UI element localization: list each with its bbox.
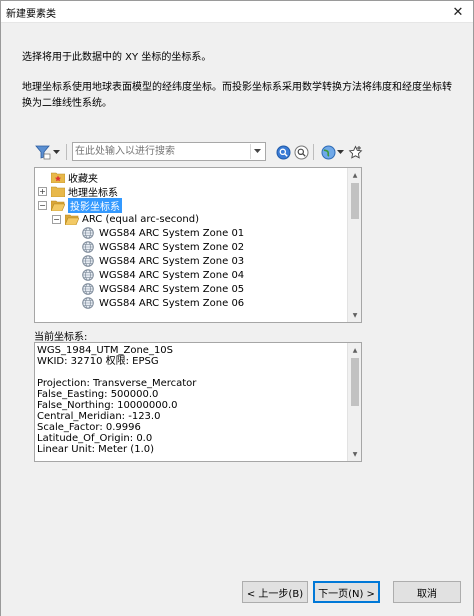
dialog-window: 新建要素类 ✕ 选择将用于此数据中的 XY 坐标的坐标系。 地理坐标系使用地球表…: [0, 0, 474, 616]
search-field[interactable]: [72, 142, 266, 161]
tree-item-label: WGS84 ARC System Zone 05: [99, 283, 245, 295]
collapse-minus-icon[interactable]: −: [52, 214, 61, 224]
tree-item-zone[interactable]: WGS84 ARC System Zone 01: [82, 226, 244, 240]
current-system-details[interactable]: WGS_1984_UTM_Zone_10S WKID: 32710 权限: EP…: [34, 342, 362, 462]
folder-open-icon: [65, 214, 79, 225]
chevron-down-icon[interactable]: [51, 143, 61, 161]
globe-icon: [82, 297, 94, 309]
tree-item-label: ARC (equal arc-second): [82, 213, 199, 225]
scroll-up-icon[interactable]: ▲: [348, 168, 361, 182]
globe-icon: [82, 227, 94, 239]
favorites-folder-icon: [51, 172, 65, 183]
tree-item-favorites[interactable]: 收藏夹: [51, 170, 98, 185]
scroll-up-icon[interactable]: ▲: [348, 343, 361, 357]
next-button[interactable]: 下一页(N) >: [313, 581, 380, 603]
tree-item-label: WGS84 ARC System Zone 06: [99, 297, 245, 309]
scroll-thumb[interactable]: [351, 358, 359, 406]
tree-item-projected[interactable]: − 投影坐标系: [38, 197, 122, 213]
detail-line: Central_Meridian: -123.0: [37, 411, 161, 422]
scroll-thumb[interactable]: [351, 183, 359, 219]
scroll-down-icon[interactable]: ▼: [348, 447, 361, 461]
title-bar: 新建要素类 ✕: [1, 1, 473, 23]
tree-item-zone[interactable]: WGS84 ARC System Zone 05: [82, 282, 244, 296]
detail-line: WKID: 32710 权限: EPSG: [37, 356, 159, 367]
expand-plus-icon[interactable]: +: [38, 186, 47, 196]
search-dropdown-icon[interactable]: [250, 144, 264, 159]
tree-item-arc[interactable]: − ARC (equal arc-second): [52, 212, 199, 226]
detail-line: Scale_Factor: 0.9996: [37, 422, 141, 433]
detail-line: False_Easting: 500000.0: [37, 389, 159, 400]
filter-icon[interactable]: [34, 143, 52, 161]
detail-line: False_Northing: 10000000.0: [37, 400, 178, 411]
search-input[interactable]: [75, 144, 249, 159]
folder-open-icon: [51, 200, 65, 211]
tree-item-geographic[interactable]: + 地理坐标系: [38, 184, 118, 199]
globe-icon: [82, 255, 94, 267]
detail-line: Projection: Transverse_Mercator: [37, 378, 197, 389]
tree-item-label: 地理坐标系: [68, 187, 118, 199]
tree-item-zone[interactable]: WGS84 ARC System Zone 03: [82, 254, 244, 268]
globe-icon: [82, 241, 94, 253]
tree-item-label-selected: 投影坐标系: [68, 197, 122, 213]
tree-scrollbar[interactable]: ▲ ▼: [347, 168, 361, 322]
intro-text-1: 选择将用于此数据中的 XY 坐标的坐标系。: [22, 52, 212, 63]
back-button[interactable]: < 上一步(B): [242, 581, 308, 603]
tree-item-zone[interactable]: WGS84 ARC System Zone 06: [82, 296, 244, 310]
detail-line: WGS_1984_UTM_Zone_10S: [37, 345, 174, 356]
detail-line: Linear Unit: Meter (1.0): [37, 444, 155, 455]
globe-icon: [82, 283, 94, 295]
tree-item-label: WGS84 ARC System Zone 03: [99, 255, 245, 267]
chevron-down-icon[interactable]: [335, 143, 345, 161]
folder-icon: [51, 186, 65, 197]
tree-item-zone[interactable]: WGS84 ARC System Zone 02: [82, 240, 244, 254]
cancel-button[interactable]: 取消: [393, 581, 461, 603]
close-button[interactable]: ✕: [443, 1, 473, 23]
tree-item-zone[interactable]: WGS84 ARC System Zone 04: [82, 268, 244, 282]
search-icon[interactable]: [274, 143, 292, 161]
globe-icon: [82, 269, 94, 281]
tree-item-label: WGS84 ARC System Zone 01: [99, 227, 245, 239]
tree-item-label: WGS84 ARC System Zone 02: [99, 241, 245, 253]
toolbar-separator: [313, 144, 314, 160]
tree-item-label: 收藏夹: [68, 173, 98, 185]
dialog-content: 选择将用于此数据中的 XY 坐标的坐标系。 地理坐标系使用地球表面模型的经纬度坐…: [1, 24, 473, 616]
scroll-down-icon[interactable]: ▼: [348, 308, 361, 322]
details-scrollbar[interactable]: ▲ ▼: [347, 343, 361, 461]
tree-item-label: WGS84 ARC System Zone 04: [99, 269, 245, 281]
search-advanced-icon[interactable]: [292, 143, 310, 161]
favorite-add-icon[interactable]: [346, 143, 364, 161]
coordinate-toolbar: [34, 141, 362, 163]
intro-text-2: 地理坐标系使用地球表面模型的经纬度坐标。而投影坐标系采用数学转换方法将纬度和经度…: [22, 82, 452, 109]
detail-line: Latitude_Of_Origin: 0.0: [37, 433, 153, 444]
coordinate-system-tree[interactable]: 收藏夹 + 地理坐标系 − 投影坐标系 − ARC (equal arc-sec…: [34, 167, 362, 323]
collapse-minus-icon[interactable]: −: [38, 200, 47, 210]
toolbar-separator: [66, 144, 67, 160]
window-title: 新建要素类: [6, 9, 56, 20]
current-system-label: 当前坐标系:: [34, 332, 88, 343]
